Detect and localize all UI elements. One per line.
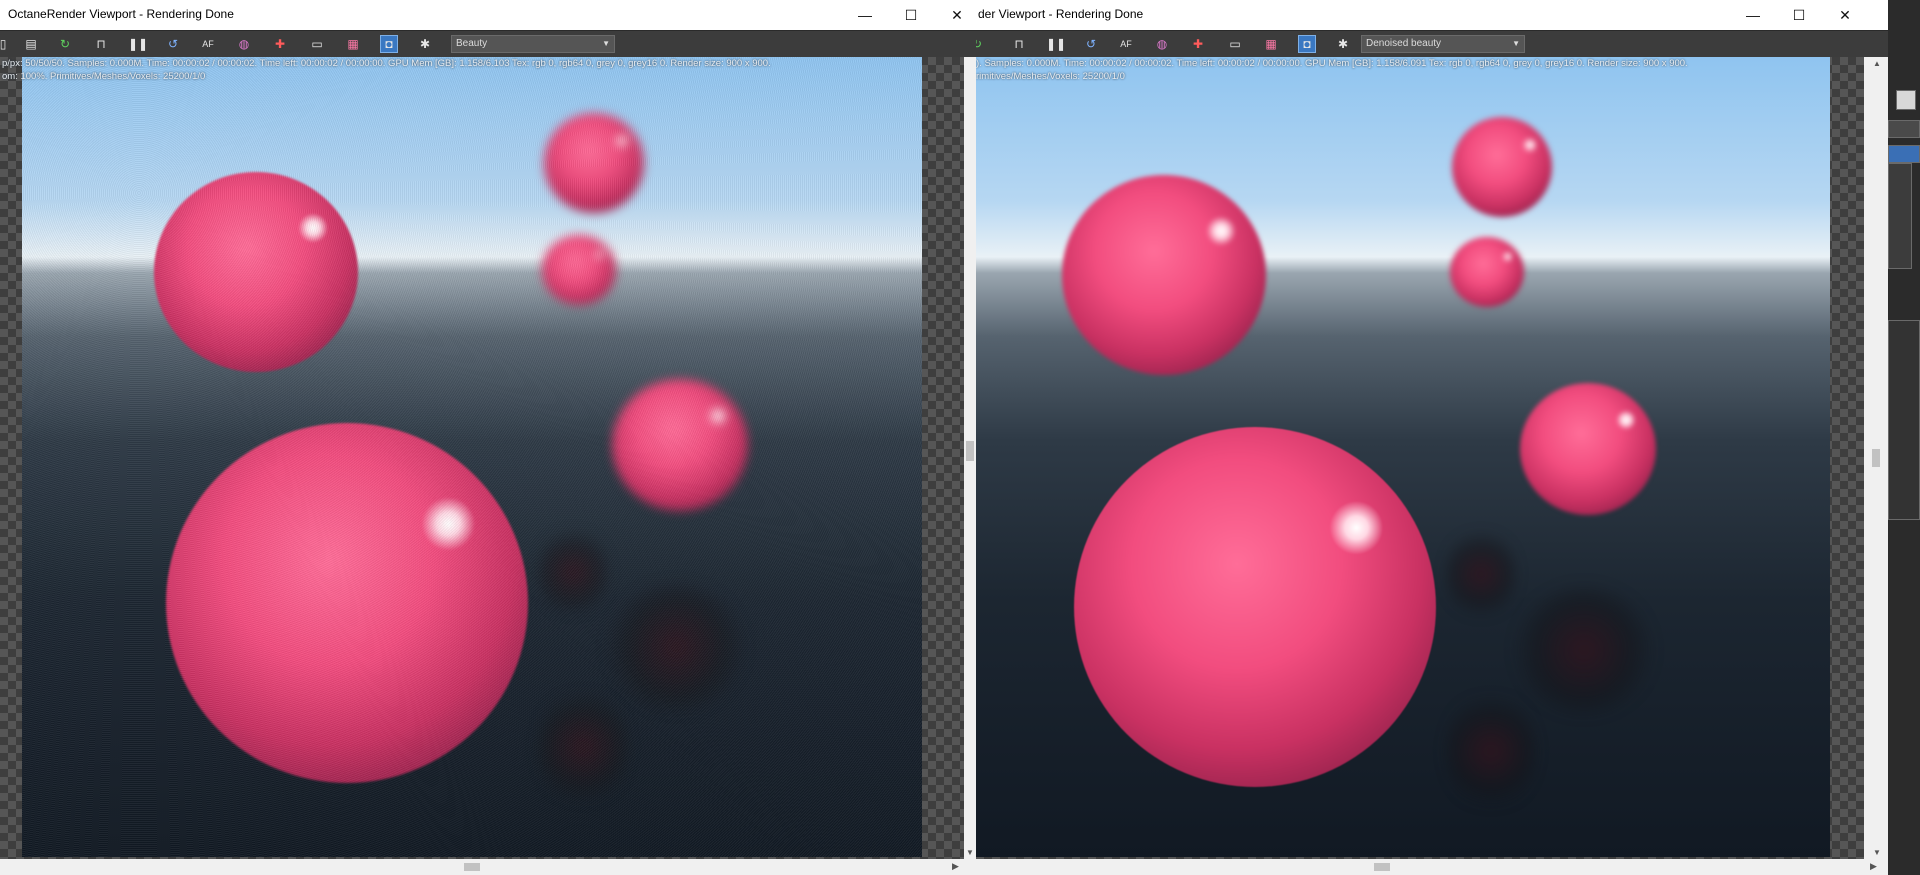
scroll-up-icon[interactable]: ▲: [1870, 59, 1884, 68]
scroll-down-icon[interactable]: ▼: [1870, 848, 1884, 857]
panel-dropdown[interactable]: [1888, 120, 1920, 138]
title-bar[interactable]: der Viewport - Rendering Done — ☐ ✕: [976, 0, 1888, 30]
lock-icon[interactable]: ⊓: [1010, 35, 1028, 53]
minimize-button[interactable]: —: [842, 0, 888, 30]
settings-gear-icon[interactable]: ✱: [416, 35, 434, 53]
sphere: [612, 379, 748, 511]
reflection: [1446, 529, 1516, 619]
sphere: [1450, 237, 1524, 307]
color-wheel-icon[interactable]: ◍: [1153, 35, 1171, 53]
render-statistics: p/px: 50/50/50. Samples: 0.000M. Time: 0…: [0, 57, 964, 83]
scroll-right-icon[interactable]: ▶: [1870, 861, 1877, 872]
color-wheel-icon[interactable]: ◍: [235, 35, 253, 53]
horizontal-scrollbar[interactable]: ▶: [976, 859, 1888, 875]
vertical-scrollbar[interactable]: ▼: [964, 57, 976, 859]
sphere: [166, 423, 528, 783]
scroll-right-icon[interactable]: ▶: [952, 861, 959, 872]
stats-line-2: om: 100%. Primitives/Meshes/Voxels: 2520…: [2, 71, 206, 82]
close-button[interactable]: ✕: [1822, 0, 1868, 30]
scroll-down-icon[interactable]: ▼: [964, 848, 976, 857]
focus-picker-icon[interactable]: AF: [1117, 35, 1135, 53]
pause-icon[interactable]: ❚❚: [128, 35, 148, 53]
calendar-icon[interactable]: ▦: [1262, 35, 1280, 53]
render-viewport[interactable]: ). Samples: 0.000M. Time: 00:00:02 / 00:…: [976, 57, 1864, 859]
title-bar[interactable]: OctaneRender Viewport - Rendering Done —…: [0, 0, 976, 30]
lock-icon[interactable]: ⊓: [92, 35, 110, 53]
region-render-icon[interactable]: ✚: [1189, 35, 1207, 53]
vertical-scrollbar[interactable]: ▲ ▼: [1864, 57, 1888, 859]
pause-icon[interactable]: ❚❚: [1046, 35, 1066, 53]
reflection: [1446, 691, 1536, 811]
viewport-toolbar: ▯ ▤ ↻ ⊓ ❚❚ ↺ AF ◍ ✚ ▭ ▦ ◘ ✱ Beauty ▼: [0, 30, 976, 57]
panel-list: [1888, 163, 1912, 269]
reflection: [606, 582, 746, 712]
sphere: [1074, 427, 1436, 787]
panel-button[interactable]: [1896, 90, 1916, 110]
stats-line-1: p/px: 50/50/50. Samples: 0.000M. Time: 0…: [2, 58, 771, 69]
scroll-thumb[interactable]: [966, 441, 974, 461]
render-viewport[interactable]: p/px: 50/50/50. Samples: 0.000M. Time: 0…: [0, 57, 964, 859]
refresh-green-icon[interactable]: ↻: [976, 35, 986, 53]
render-pass-dropdown[interactable]: Beauty ▼: [451, 35, 615, 53]
reflection: [538, 687, 628, 807]
scroll-thumb[interactable]: [464, 863, 480, 871]
sphere: [544, 113, 644, 213]
render-image: [976, 57, 1830, 857]
panel-area: [1888, 320, 1920, 520]
maximize-button[interactable]: ☐: [888, 0, 934, 30]
camera-icon[interactable]: ◘: [1298, 35, 1316, 53]
sphere: [1520, 383, 1656, 515]
clipboard-icon[interactable]: ▤: [22, 35, 40, 53]
stats-line-1: ). Samples: 0.000M. Time: 00:00:02 / 00:…: [976, 58, 1688, 69]
render-image: [22, 57, 922, 857]
minimize-button[interactable]: —: [1730, 0, 1776, 30]
maximize-button[interactable]: ☐: [1776, 0, 1822, 30]
viewport-toolbar: ↻ ⊓ ❚❚ ↺ AF ◍ ✚ ▭ ▦ ◘ ✱ Denoised beauty …: [976, 30, 1888, 57]
stats-line-2: rimitives/Meshes/Voxels: 25200/1/0: [976, 71, 1125, 82]
refresh-green-icon[interactable]: ↻: [56, 35, 74, 53]
render-pass-dropdown[interactable]: Denoised beauty ▼: [1361, 35, 1525, 53]
film-region-icon[interactable]: ▭: [308, 35, 326, 53]
calendar-icon[interactable]: ▦: [344, 35, 362, 53]
settings-gear-icon[interactable]: ✱: [1334, 35, 1352, 53]
region-render-icon[interactable]: ✚: [271, 35, 289, 53]
sphere: [542, 235, 616, 305]
sphere: [154, 172, 358, 372]
reset-icon[interactable]: ↺: [1082, 35, 1100, 53]
camera-icon[interactable]: ◘: [380, 35, 398, 53]
horizontal-scrollbar[interactable]: ▶: [0, 859, 976, 875]
chevron-down-icon: ▼: [602, 39, 610, 48]
render-statistics: ). Samples: 0.000M. Time: 00:00:02 / 00:…: [976, 57, 1864, 83]
sphere: [1452, 117, 1552, 217]
render-pass-value: Denoised beauty: [1366, 38, 1442, 49]
scroll-thumb[interactable]: [1374, 863, 1390, 871]
panel-selected-row[interactable]: [1888, 145, 1920, 163]
viewport-window-denoised: der Viewport - Rendering Done — ☐ ✕ ↻ ⊓ …: [976, 0, 1888, 875]
reset-icon[interactable]: ↺: [164, 35, 182, 53]
reflection: [1514, 585, 1654, 715]
viewport-window-beauty: OctaneRender Viewport - Rendering Done —…: [0, 0, 976, 875]
film-region-icon[interactable]: ▭: [1226, 35, 1244, 53]
window-title: OctaneRender Viewport - Rendering Done: [8, 7, 234, 21]
close-button[interactable]: ✕: [934, 0, 976, 30]
focus-picker-icon[interactable]: AF: [199, 35, 217, 53]
render-pass-value: Beauty: [456, 38, 488, 49]
doc-icon[interactable]: ▯: [0, 35, 12, 53]
sphere: [1062, 175, 1266, 375]
background-app-panel: [1888, 0, 1920, 875]
window-title: der Viewport - Rendering Done: [978, 7, 1144, 21]
scroll-thumb[interactable]: [1872, 449, 1880, 467]
reflection: [538, 527, 608, 617]
chevron-down-icon: ▼: [1512, 39, 1520, 48]
